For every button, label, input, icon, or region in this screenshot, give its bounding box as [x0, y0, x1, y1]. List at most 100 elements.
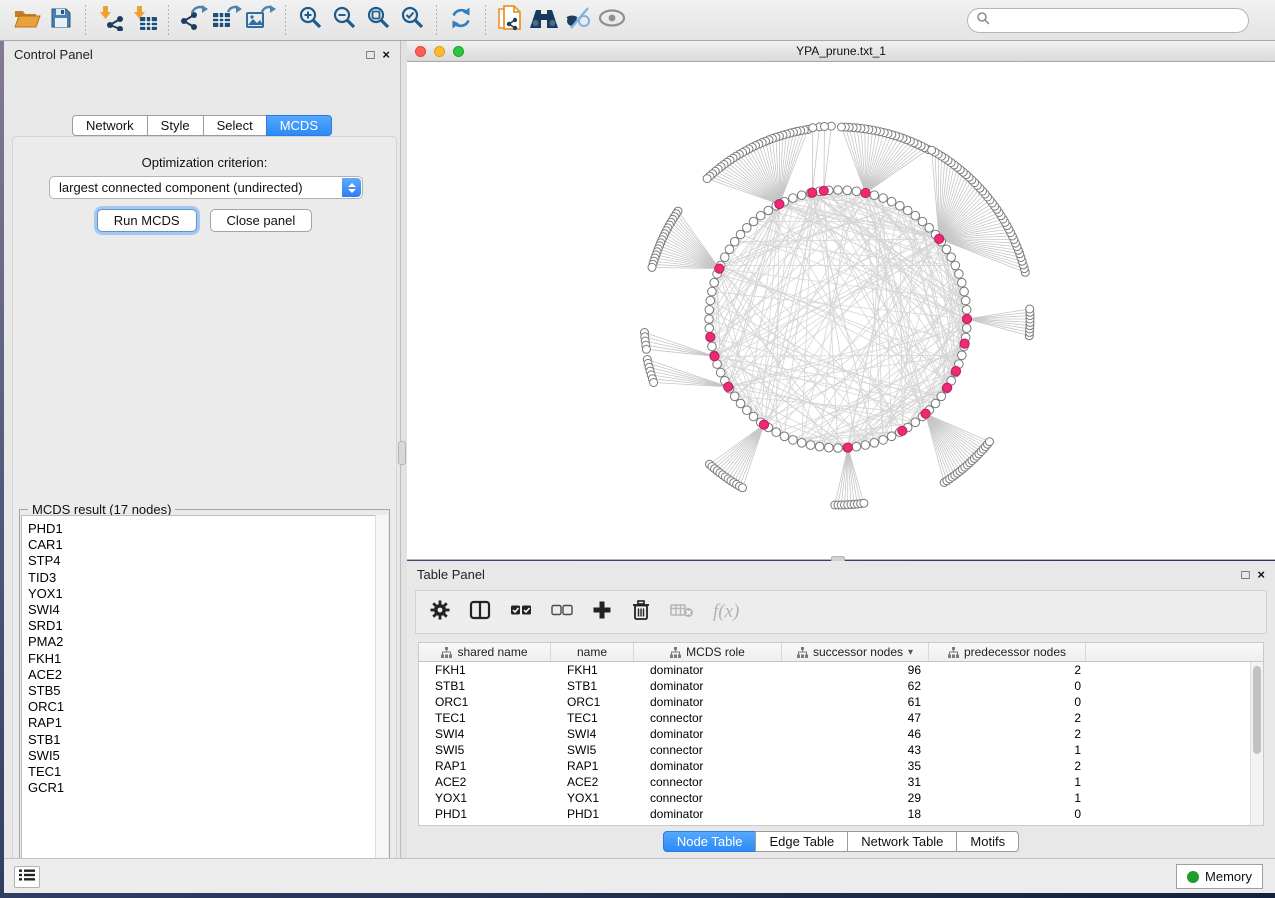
table-cell[interactable]: YOX1 [419, 790, 551, 806]
export-image-button[interactable] [244, 4, 278, 36]
table-cell[interactable]: TEC1 [551, 710, 634, 726]
table-cell[interactable]: SWI5 [551, 742, 634, 758]
save-session-button[interactable] [44, 4, 78, 36]
float-panel-icon[interactable]: □ [367, 48, 375, 61]
table-cell[interactable]: ORC1 [551, 694, 634, 710]
list-item[interactable]: CAR1 [28, 537, 387, 553]
table-row[interactable]: ACE2ACE2connector311 [419, 774, 1250, 790]
export-network-button[interactable] [176, 4, 210, 36]
table-row[interactable]: TEC1TEC1connector472 [419, 710, 1250, 726]
tab-motifs[interactable]: Motifs [956, 831, 1019, 852]
table-row[interactable]: SWI5SWI5connector431 [419, 742, 1250, 758]
list-item[interactable]: RAP1 [28, 715, 387, 731]
table-cell[interactable]: STB1 [419, 678, 551, 694]
table-cell[interactable]: 46 [782, 726, 929, 742]
list-item[interactable]: FKH1 [28, 651, 387, 667]
table-cell[interactable]: 1 [929, 790, 1086, 806]
zoom-fit-button[interactable] [361, 4, 395, 36]
optimization-criterion-select[interactable]: largest connected component (undirected) [49, 176, 363, 199]
table-cell[interactable]: 29 [782, 790, 929, 806]
refresh-button[interactable] [444, 4, 478, 36]
search-field[interactable] [967, 8, 1249, 33]
table-cell[interactable]: ORC1 [419, 694, 551, 710]
column-header-shared-name[interactable]: shared name [419, 643, 551, 661]
list-item[interactable]: YOX1 [28, 586, 387, 602]
table-cell[interactable]: 2 [929, 758, 1086, 774]
show-columns-button[interactable] [469, 600, 491, 625]
table-cell[interactable]: YOX1 [551, 790, 634, 806]
table-cell[interactable]: connector [634, 774, 782, 790]
list-item[interactable]: PHD1 [28, 521, 387, 537]
table-row[interactable]: ORC1ORC1dominator610 [419, 694, 1250, 710]
import-network-button[interactable] [93, 4, 127, 36]
task-history-button[interactable] [14, 866, 40, 888]
table-cell[interactable]: 0 [929, 806, 1086, 822]
table-cell[interactable]: 2 [929, 662, 1086, 678]
find-binoculars-button[interactable] [527, 4, 561, 36]
tab-edge-table[interactable]: Edge Table [755, 831, 848, 852]
list-item[interactable]: SRD1 [28, 618, 387, 634]
table-cell[interactable]: TEC1 [419, 710, 551, 726]
table-scrollbar-thumb[interactable] [1253, 666, 1261, 754]
table-cell[interactable]: dominator [634, 806, 782, 822]
table-cell[interactable]: connector [634, 790, 782, 806]
column-header-predecessor-nodes[interactable]: predecessor nodes [929, 643, 1086, 661]
table-cell[interactable]: 1 [929, 742, 1086, 758]
table-cell[interactable]: SWI4 [551, 726, 634, 742]
run-mcds-button[interactable]: Run MCDS [97, 209, 197, 232]
table-row[interactable]: RAP1RAP1dominator352 [419, 758, 1250, 774]
table-cell[interactable]: 62 [782, 678, 929, 694]
zoom-in-button[interactable] [293, 4, 327, 36]
table-cell[interactable]: SWI4 [419, 726, 551, 742]
list-item[interactable]: SWI5 [28, 748, 387, 764]
table-row[interactable]: FKH1FKH1dominator962 [419, 662, 1250, 678]
table-cell[interactable]: 0 [929, 678, 1086, 694]
tab-node-table[interactable]: Node Table [663, 831, 757, 852]
table-row[interactable]: STB1STB1dominator620 [419, 678, 1250, 694]
table-cell[interactable]: 31 [782, 774, 929, 790]
table-cell[interactable]: connector [634, 742, 782, 758]
table-cell[interactable]: 35 [782, 758, 929, 774]
table-cell[interactable]: 61 [782, 694, 929, 710]
close-table-panel-icon[interactable]: × [1257, 568, 1265, 581]
list-item[interactable]: STB1 [28, 732, 387, 748]
table-cell[interactable]: 2 [929, 726, 1086, 742]
table-cell[interactable]: STB1 [551, 678, 634, 694]
delete-button[interactable] [631, 599, 651, 626]
table-cell[interactable]: dominator [634, 758, 782, 774]
clone-network-button[interactable] [493, 4, 527, 36]
table-cell[interactable]: PHD1 [551, 806, 634, 822]
table-cell[interactable]: dominator [634, 694, 782, 710]
list-item[interactable]: ORC1 [28, 699, 387, 715]
table-scrollbar[interactable] [1250, 662, 1263, 825]
network-graph[interactable] [407, 62, 1275, 559]
column-header-name[interactable]: name [551, 643, 634, 661]
table-cell[interactable]: PHD1 [419, 806, 551, 822]
table-cell[interactable]: FKH1 [419, 662, 551, 678]
close-panel-button[interactable]: Close panel [210, 209, 313, 232]
table-cell[interactable]: 96 [782, 662, 929, 678]
hide-labels-button[interactable] [561, 4, 595, 36]
table-cell[interactable]: 2 [929, 710, 1086, 726]
select-all-button[interactable] [510, 600, 532, 625]
list-item[interactable]: TID3 [28, 570, 387, 586]
list-item[interactable]: TEC1 [28, 764, 387, 780]
table-cell[interactable]: 43 [782, 742, 929, 758]
tab-select[interactable]: Select [203, 115, 267, 136]
list-item[interactable]: PMA2 [28, 634, 387, 650]
add-row-button[interactable] [592, 600, 612, 625]
float-table-panel-icon[interactable]: □ [1242, 568, 1250, 581]
table-cell[interactable]: dominator [634, 662, 782, 678]
sort-chevron-icon[interactable]: ▾ [908, 647, 913, 658]
table-row[interactable]: YOX1YOX1connector291 [419, 790, 1250, 806]
table-cell[interactable]: RAP1 [551, 758, 634, 774]
table-cell[interactable]: 0 [929, 694, 1086, 710]
close-panel-icon[interactable]: × [382, 48, 390, 61]
tab-network[interactable]: Network [72, 115, 148, 136]
table-cell[interactable]: connector [634, 710, 782, 726]
list-item[interactable]: ACE2 [28, 667, 387, 683]
table-cell[interactable]: 1 [929, 774, 1086, 790]
import-table-button[interactable] [127, 4, 161, 36]
list-item[interactable]: SWI4 [28, 602, 387, 618]
table-cell[interactable]: ACE2 [551, 774, 634, 790]
